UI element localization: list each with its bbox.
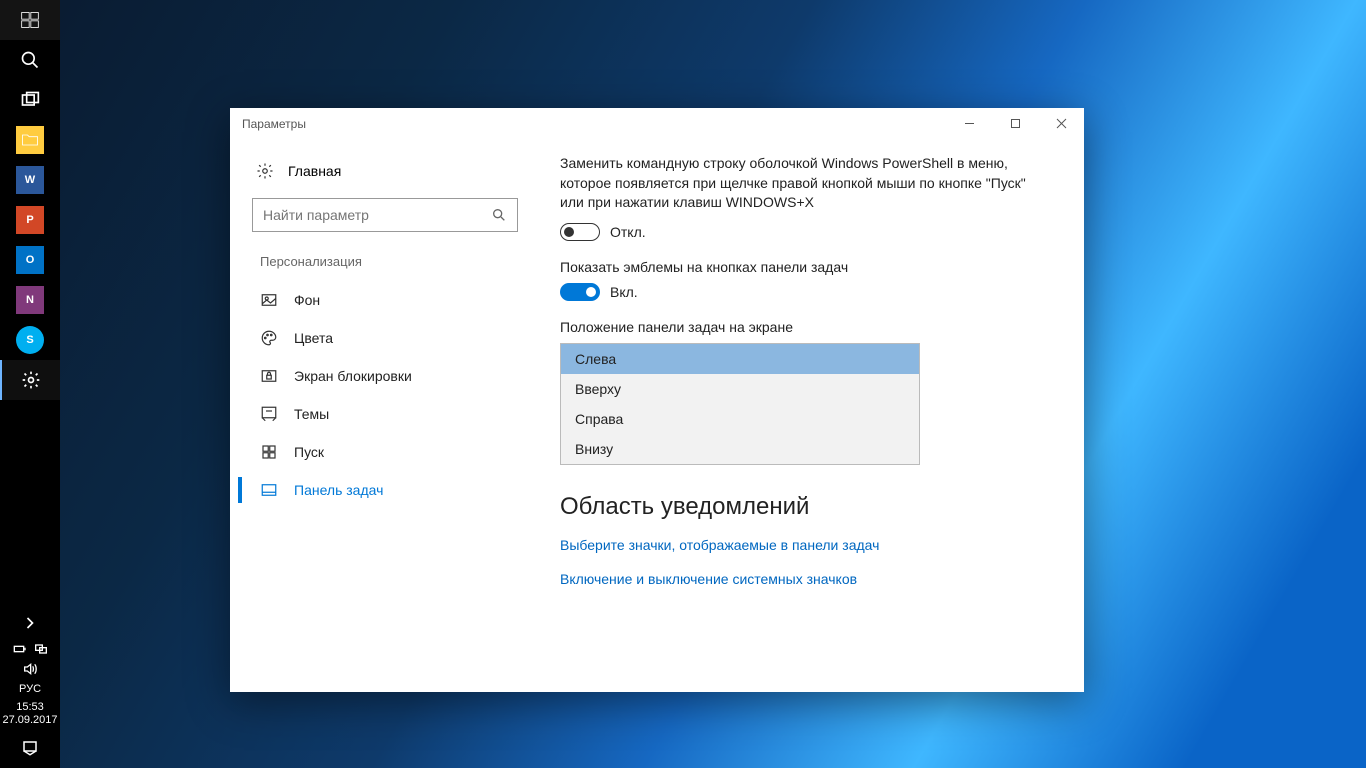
sidebar-item-themes[interactable]: Темы [238, 395, 532, 433]
sidebar-item-taskbar[interactable]: Панель задач [238, 471, 532, 509]
dropdown-option[interactable]: Внизу [561, 434, 919, 464]
close-button[interactable] [1038, 108, 1084, 140]
gear-icon [256, 162, 274, 180]
sidebar-item-label: Пуск [294, 444, 324, 460]
taskbar-icon [260, 481, 278, 499]
powerpoint-button[interactable]: P [0, 200, 60, 240]
taskbar: W P O N S РУС [0, 0, 60, 768]
volume-icon [22, 661, 38, 677]
onenote-icon: N [16, 286, 44, 314]
window-title: Параметры [242, 117, 306, 131]
skype-button[interactable]: S [0, 320, 60, 360]
sidebar-item-label: Темы [294, 406, 329, 422]
start-button[interactable] [0, 0, 60, 40]
palette-icon [260, 329, 278, 347]
sidebar-home[interactable]: Главная [238, 154, 532, 188]
system-icons-link[interactable]: Включение и выключение системных значков [560, 571, 1052, 587]
settings-app-button[interactable] [0, 360, 60, 400]
powershell-replace-toggle[interactable] [560, 223, 600, 241]
minimize-button[interactable] [946, 108, 992, 140]
dropdown-option[interactable]: Вверху [561, 374, 919, 404]
gear-icon [21, 370, 41, 390]
network-icon [33, 641, 49, 657]
sidebar-item-label: Фон [294, 292, 320, 308]
taskbar-systray-area: РУС 15:53 27.09.2017 [0, 609, 60, 768]
taskview-icon [20, 90, 40, 110]
powershell-replace-description: Заменить командную строку оболочкой Wind… [560, 154, 1050, 213]
window-content: Главная Персонализация Фон Цвета Экран б… [230, 140, 1084, 692]
search-button[interactable] [0, 40, 60, 80]
close-icon [1056, 118, 1067, 129]
settings-search[interactable] [252, 198, 518, 232]
taskview-button[interactable] [0, 80, 60, 120]
start-icon [260, 443, 278, 461]
sidebar-item-label: Экран блокировки [294, 368, 412, 384]
sidebar-home-label: Главная [288, 163, 341, 179]
power-icon [11, 641, 27, 657]
search-icon [491, 207, 507, 223]
sidebar-item-start[interactable]: Пуск [238, 433, 532, 471]
select-tray-icons-link[interactable]: Выберите значки, отображаемые в панели з… [560, 537, 1052, 553]
notification-icon [21, 739, 39, 757]
explorer-icon [16, 126, 44, 154]
dropdown-option[interactable]: Справа [561, 404, 919, 434]
outlook-button[interactable]: O [0, 240, 60, 280]
maximize-button[interactable] [992, 108, 1038, 140]
badges-toggle-row: Вкл. [560, 283, 1052, 301]
word-button[interactable]: W [0, 160, 60, 200]
notification-area-heading: Область уведомлений [560, 493, 1052, 521]
chevron-right-icon [20, 613, 40, 633]
sidebar-item-label: Панель задач [294, 482, 383, 498]
language-indicator[interactable]: РУС [19, 681, 41, 697]
powerpoint-icon: P [16, 206, 44, 234]
settings-sidebar: Главная Персонализация Фон Цвета Экран б… [230, 140, 540, 692]
minimize-icon [964, 118, 975, 129]
badges-toggle[interactable] [560, 283, 600, 301]
action-center-button[interactable] [0, 732, 60, 764]
theme-icon [260, 405, 278, 423]
sidebar-item-lockscreen[interactable]: Экран блокировки [238, 357, 532, 395]
skype-icon: S [16, 326, 44, 354]
clock[interactable]: 15:53 27.09.2017 [2, 697, 57, 733]
settings-main: Заменить командную строку оболочкой Wind… [540, 140, 1084, 692]
window-controls [946, 108, 1084, 140]
sidebar-item-background[interactable]: Фон [238, 281, 532, 319]
badges-label: Показать эмблемы на кнопках панели задач [560, 259, 1052, 275]
clock-date: 27.09.2017 [2, 714, 57, 728]
settings-window: Параметры Главная Персонализация [230, 108, 1084, 692]
search-icon [20, 50, 40, 70]
picture-icon [260, 291, 278, 309]
sidebar-item-label: Цвета [294, 330, 333, 346]
search-input[interactable] [263, 207, 491, 223]
taskbar-position-dropdown[interactable]: Слева Вверху Справа Внизу [560, 343, 920, 465]
powershell-replace-toggle-row: Откл. [560, 223, 1052, 241]
systray-icons[interactable] [0, 637, 60, 681]
position-dropdown-label: Положение панели задач на экране [560, 319, 1052, 335]
powershell-replace-toggle-label: Откл. [610, 224, 646, 240]
explorer-button[interactable] [0, 120, 60, 160]
word-icon: W [16, 166, 44, 194]
tray-chevron[interactable] [0, 609, 60, 637]
titlebar[interactable]: Параметры [230, 108, 1084, 140]
badges-toggle-label: Вкл. [610, 284, 638, 300]
sidebar-item-colors[interactable]: Цвета [238, 319, 532, 357]
onenote-button[interactable]: N [0, 280, 60, 320]
taskbar-apps: W P O N S [0, 0, 60, 400]
sidebar-section-label: Персонализация [238, 248, 532, 281]
dropdown-option[interactable]: Слева [561, 344, 919, 374]
clock-time: 15:53 [2, 701, 57, 715]
maximize-icon [1010, 118, 1021, 129]
windows-icon [20, 10, 40, 30]
lock-icon [260, 367, 278, 385]
outlook-icon: O [16, 246, 44, 274]
